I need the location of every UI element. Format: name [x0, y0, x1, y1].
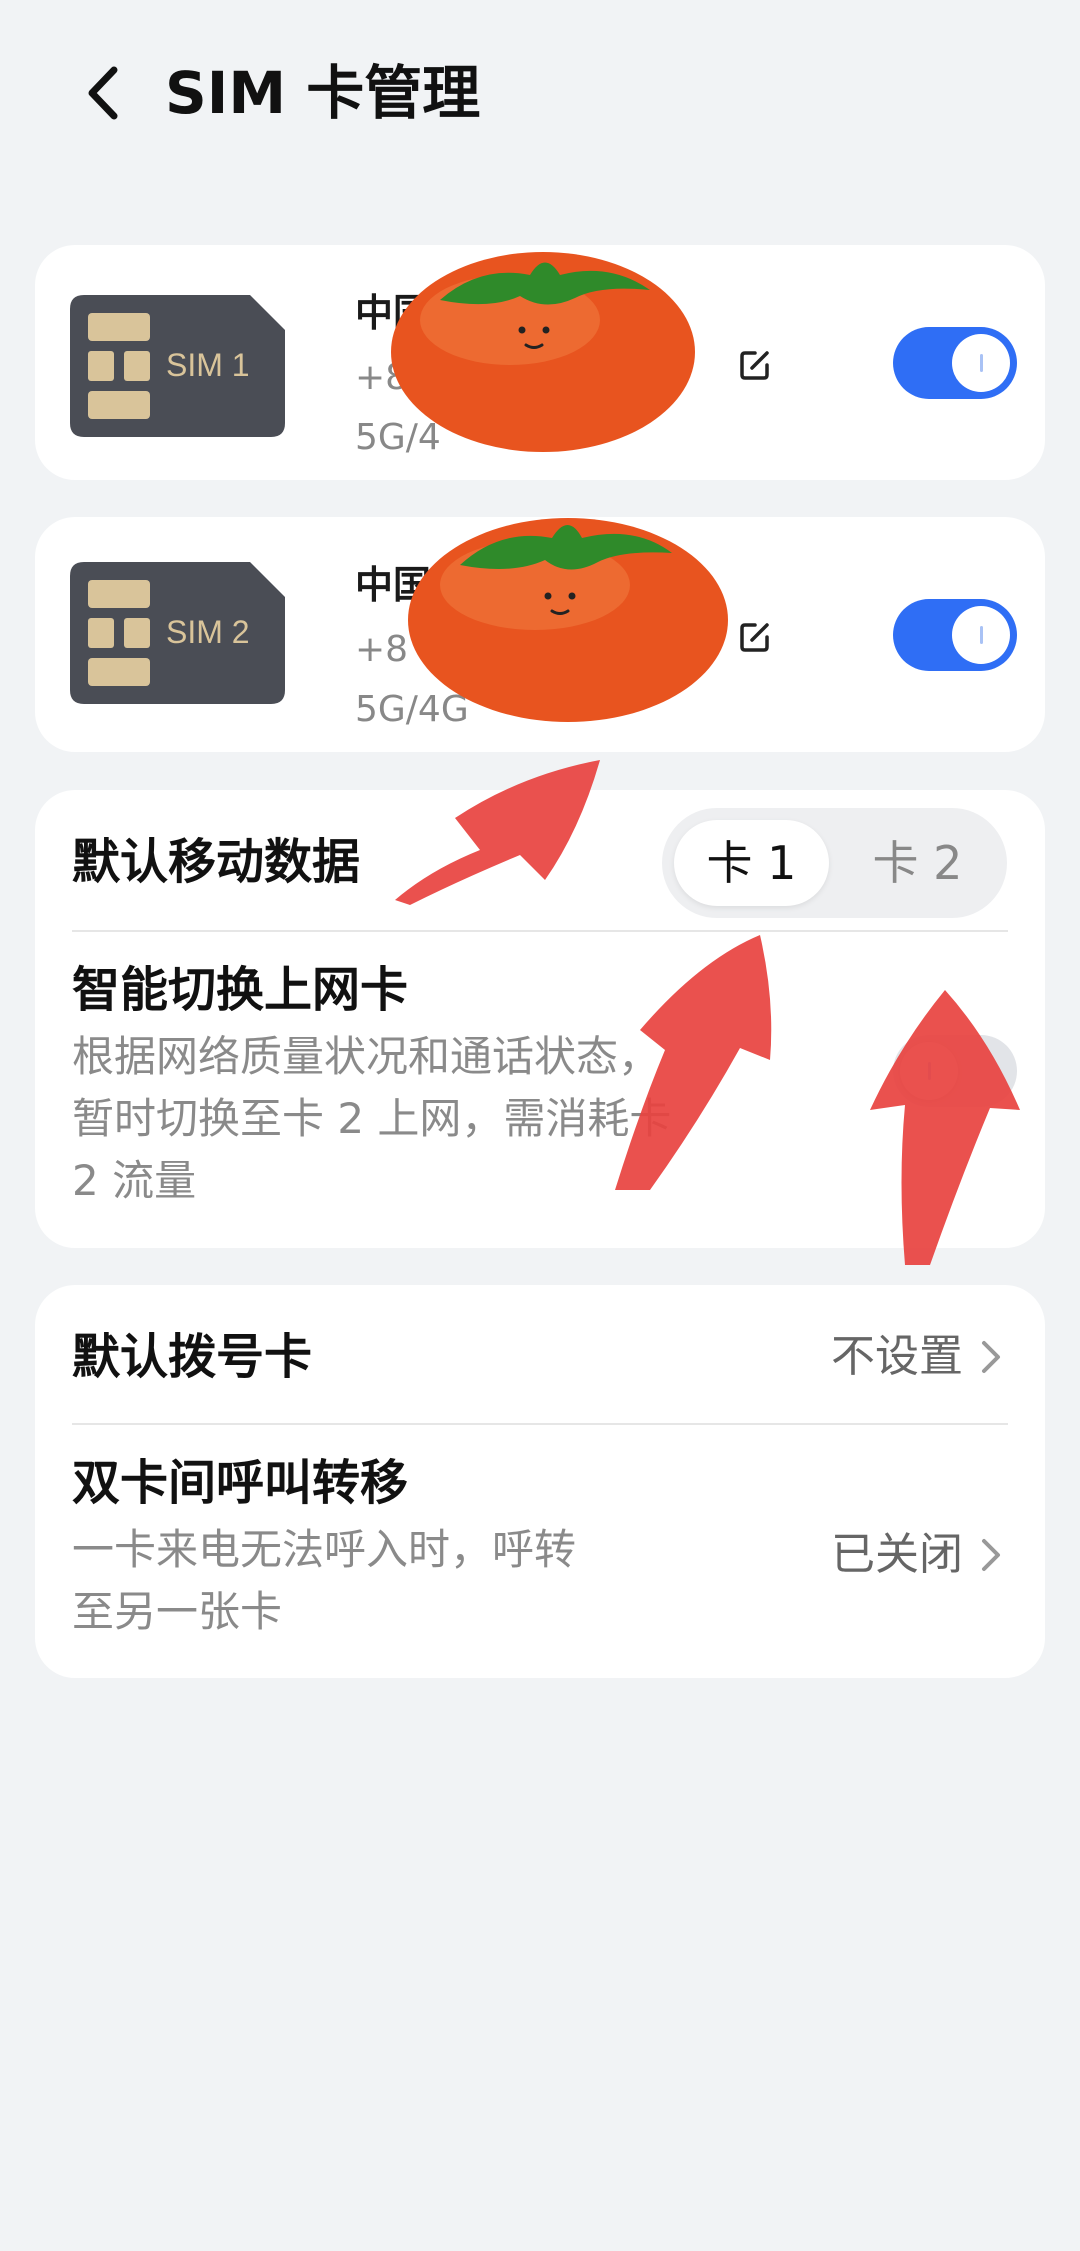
- chevron-right-icon: [982, 1341, 1000, 1373]
- sim2-network: 5G/4G: [355, 689, 469, 730]
- toggle-knob: [952, 334, 1010, 392]
- divider: [72, 1423, 1008, 1425]
- edit-icon[interactable]: [735, 345, 775, 385]
- sim-chip-icon: SIM 1: [70, 295, 285, 437]
- sim2-carrier: 中国: [355, 563, 432, 607]
- sim2-toggle[interactable]: [893, 599, 1017, 671]
- call-forward-title[interactable]: 双卡间呼叫转移: [72, 1451, 408, 1515]
- sim1-number: +8: [355, 357, 409, 398]
- seg-option-card2[interactable]: 卡 2: [840, 820, 995, 906]
- default-data-title: 默认移动数据: [72, 834, 361, 890]
- sim-chip-label: SIM 1: [166, 347, 250, 383]
- chevron-right-icon: [982, 1539, 1000, 1571]
- call-forward-value[interactable]: 已关闭: [831, 1525, 963, 1585]
- divider: [72, 930, 1008, 932]
- sim1-card: SIM 1 中国 +8 5G/4: [35, 245, 1045, 480]
- sim2-number: +8: [355, 629, 409, 670]
- sim1-carrier: 中国: [355, 291, 432, 335]
- toggle-knob: [952, 606, 1010, 664]
- seg-option-card1[interactable]: 卡 1: [674, 820, 829, 906]
- default-dial-title[interactable]: 默认拨号卡: [72, 1325, 312, 1389]
- smart-switch-desc: 根据网络质量状况和通话状态， 暂时切换至卡 2 上网，需消耗卡 2 流量: [72, 1032, 672, 1205]
- sim-chip-label: SIM 2: [166, 614, 250, 650]
- sim-chip-icon: SIM 2: [70, 562, 285, 704]
- sim2-card: SIM 2 中国 +8 5G/4G: [35, 517, 1045, 752]
- call-settings-card: 默认拨号卡 不设置 双卡间呼叫转移 一卡来电无法呼入时，呼转 至另一张卡 已关闭: [35, 1285, 1045, 1678]
- mobile-data-card: 默认移动数据 卡 1 卡 2 智能切换上网卡 根据网络质量状况和通话状态， 暂时…: [35, 790, 1045, 1248]
- default-dial-value[interactable]: 不设置: [831, 1327, 963, 1387]
- smart-switch-title: 智能切换上网卡: [72, 962, 409, 1018]
- sim1-toggle[interactable]: [893, 327, 1017, 399]
- header: SIM 卡管理: [0, 0, 1080, 190]
- smart-switch-toggle[interactable]: [893, 1035, 1017, 1107]
- back-arrow-icon[interactable]: [78, 58, 128, 128]
- edit-icon[interactable]: [735, 617, 775, 657]
- sim1-network: 5G/4: [355, 417, 441, 458]
- toggle-knob: [900, 1042, 958, 1100]
- data-sim-segmented-control: 卡 1 卡 2: [662, 808, 1007, 918]
- page-title: SIM 卡管理: [165, 59, 481, 127]
- call-forward-desc: 一卡来电无法呼入时，呼转 至另一张卡: [72, 1525, 577, 1636]
